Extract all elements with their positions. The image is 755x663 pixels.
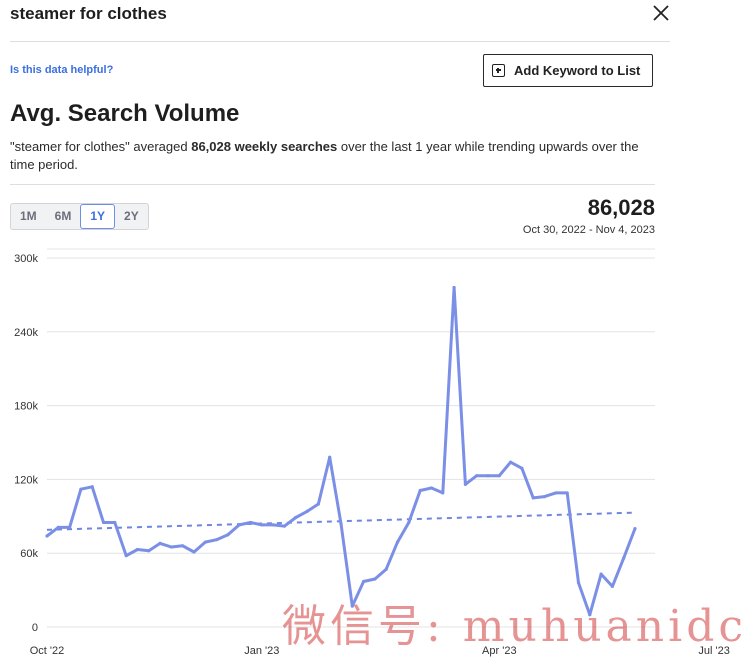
data-point [328,455,332,459]
section-divider [10,184,655,185]
data-point [384,567,388,571]
data-point [305,509,309,513]
x-tick-label: Jan '23 [244,645,279,657]
range-tab-6m[interactable]: 6M [46,204,81,229]
header-divider [10,41,670,42]
average-volume-value: 86,028 [587,195,655,220]
keyword-title: steamer for clothes [10,4,167,23]
data-point [599,572,603,576]
data-point [475,474,479,478]
y-tick-label: 180k [14,401,38,413]
data-point [316,502,320,506]
y-tick-label: 120k [14,474,38,486]
y-tick-label: 300k [14,253,38,265]
data-point [610,584,614,589]
data-point [407,520,411,525]
data-helpful-link[interactable]: Is this data helpful? [10,64,113,76]
data-point [339,522,343,526]
data-point [509,460,513,464]
range-tab-1y[interactable]: 1Y [80,204,116,229]
data-point [497,474,501,478]
data-point [531,496,535,500]
data-point [113,520,117,525]
data-point [554,491,558,495]
data-point [395,540,400,544]
data-point [565,491,569,495]
data-point [429,486,434,490]
section-title: Avg. Search Volume [10,100,240,127]
data-point [452,285,456,290]
range-tab-2y[interactable]: 2Y [115,204,148,229]
data-point [542,495,547,499]
data-point [79,487,83,491]
data-point [418,488,422,493]
data-point [124,554,128,558]
data-point [181,544,185,548]
data-point [441,491,445,495]
close-icon[interactable] [650,2,672,24]
y-tick-label: 0 [32,622,38,634]
y-tick-label: 60k [20,548,38,560]
data-point [362,579,366,584]
data-point [463,482,467,486]
data-point [633,527,637,531]
description-part-1: "steamer for clothes" averaged [10,139,192,154]
data-point [373,577,377,581]
data-point [520,466,524,470]
data-point [282,524,287,528]
data-point [203,540,207,544]
watermark-text: 微信号: muhuanidc [282,601,747,652]
add-keyword-label: Add Keyword to List [514,63,641,78]
data-point [90,485,94,489]
y-tick-label: 240k [14,327,38,339]
data-point [226,533,230,537]
data-point [101,520,106,525]
data-point [169,545,173,549]
description-highlight: 86,028 weekly searches [191,139,338,154]
search-volume-line [46,286,637,617]
data-point [622,556,626,560]
add-keyword-button[interactable]: Add Keyword to List [483,54,653,87]
data-point [248,520,253,525]
volume-description: "steamer for clothes" averaged 86,028 we… [10,138,650,174]
add-square-icon [492,64,505,77]
data-point [192,550,196,554]
data-point [68,525,72,529]
x-tick-label: Oct '22 [30,645,65,657]
range-tab-1m[interactable]: 1M [11,204,46,229]
data-point [45,534,49,538]
data-point [294,515,298,520]
data-point [486,474,490,478]
data-point [147,549,151,553]
data-point [158,541,162,545]
trend-line [46,511,636,531]
data-point [271,523,275,527]
data-point [215,538,219,542]
data-point [576,581,581,585]
data-point [237,523,241,527]
range-tabs: 1M 6M 1Y 2Y [10,203,149,230]
date-range-label: Oct 30, 2022 - Nov 4, 2023 [522,224,655,236]
data-point [260,523,264,527]
data-point [56,525,60,529]
data-point [135,547,140,552]
